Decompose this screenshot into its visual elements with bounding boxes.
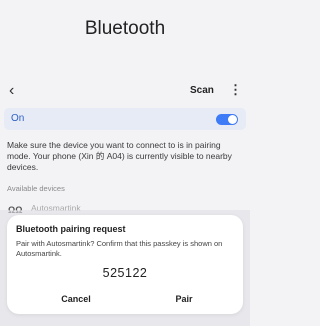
more-options-button[interactable]: ⋮ bbox=[229, 82, 242, 98]
more-vertical-icon: ⋮ bbox=[229, 82, 242, 97]
dialog-title: Bluetooth pairing request bbox=[16, 224, 126, 234]
pair-button[interactable]: Pair bbox=[144, 294, 224, 304]
available-devices-label: Available devices bbox=[7, 184, 65, 193]
page-title: Bluetooth bbox=[84, 18, 166, 39]
toggle-label: On bbox=[11, 113, 25, 124]
bluetooth-switch[interactable] bbox=[216, 114, 238, 125]
visibility-info-text: Make sure the device you want to connect… bbox=[7, 140, 232, 172]
dialog-message: Pair with Autosmartink? Confirm that thi… bbox=[16, 239, 223, 258]
bluetooth-toggle-row[interactable]: On bbox=[4, 108, 246, 130]
switch-knob bbox=[228, 115, 237, 124]
cancel-button[interactable]: Cancel bbox=[36, 294, 116, 304]
passkey: 525122 bbox=[102, 266, 148, 280]
back-icon: ‹ bbox=[9, 82, 15, 99]
back-button[interactable]: ‹ bbox=[9, 83, 14, 99]
pairing-dialog: Bluetooth pairing request Pair with Auto… bbox=[7, 215, 243, 314]
scan-button[interactable]: Scan bbox=[190, 85, 214, 96]
